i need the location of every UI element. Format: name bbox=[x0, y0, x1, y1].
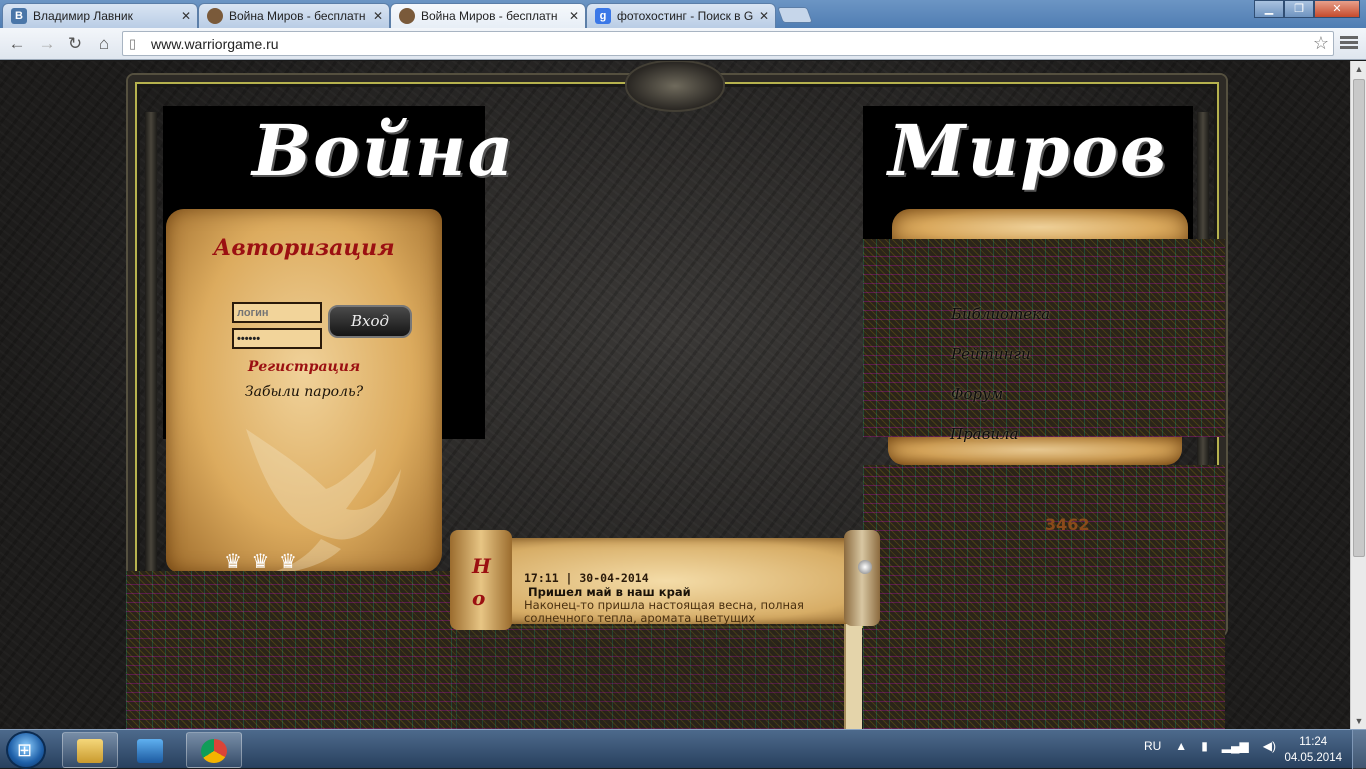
chrome-icon bbox=[201, 739, 227, 763]
scroll-thumb[interactable] bbox=[1353, 79, 1365, 557]
forgot-password-link[interactable]: Забыли пароль? bbox=[166, 384, 442, 400]
news-side-letter: Н bbox=[472, 554, 491, 578]
dragon-emblem-icon bbox=[625, 61, 725, 112]
tab-game-2[interactable]: Война Миров - бесплатн ✕ bbox=[390, 3, 586, 28]
news-body: Наконец-то пришла настоящая весна, полна… bbox=[524, 599, 804, 625]
frame-pillar bbox=[145, 112, 157, 632]
stats-panel: 3462 bbox=[863, 465, 1225, 729]
page-scrollbar[interactable]: ▲ ▼ bbox=[1350, 61, 1366, 729]
url-text: www.warriorgame.ru bbox=[151, 36, 279, 52]
network-signal-icon[interactable]: ▂▄▆ bbox=[1222, 739, 1249, 753]
scroll-knob-icon[interactable] bbox=[858, 560, 872, 574]
close-tab-icon[interactable]: ✕ bbox=[569, 4, 579, 28]
reload-icon[interactable]: ↻ bbox=[64, 33, 86, 55]
login-input[interactable] bbox=[232, 302, 322, 323]
vk-icon: B bbox=[11, 8, 27, 24]
scroll-roll-left: Н о bbox=[450, 530, 512, 630]
login-button[interactable]: Вход bbox=[328, 305, 412, 338]
menu-parchment-bottom: Правила bbox=[888, 425, 1182, 465]
folder-icon bbox=[77, 739, 103, 763]
page-icon: ▯ bbox=[129, 36, 137, 51]
page-viewport: Война Миров Авторизация Вход Регистрация… bbox=[0, 61, 1350, 729]
maximize-button[interactable]: ❐ bbox=[1284, 0, 1314, 18]
show-desktop-button[interactable] bbox=[1352, 730, 1366, 769]
game-icon bbox=[207, 8, 223, 24]
tab-title: Война Миров - бесплатн bbox=[421, 9, 558, 23]
news-date: 17:11 | 30-04-2014 bbox=[524, 571, 649, 585]
google-icon: g bbox=[595, 8, 611, 24]
news-scroll: Н о 17:11 | 30-04-2014 Пришел май в наш … bbox=[450, 530, 880, 630]
menu-item-forum[interactable]: Форум bbox=[951, 385, 1003, 403]
tab-title: фотохостинг - Поиск в G bbox=[617, 9, 754, 23]
system-tray: RU ▲ ▮ ▂▄▆ ◀) bbox=[1144, 739, 1276, 753]
browser-menu-icon[interactable] bbox=[1340, 34, 1358, 54]
tab-game-1[interactable]: Война Миров - бесплатн ✕ bbox=[198, 3, 390, 28]
news-scrollbar[interactable] bbox=[844, 624, 862, 729]
online-counter: 3462 bbox=[1045, 515, 1090, 534]
tray-expand-arrow-icon[interactable]: ▲ bbox=[1175, 739, 1187, 753]
lower-left-panel bbox=[126, 571, 456, 729]
auth-panel: Авторизация Вход Регистрация Забыли паро… bbox=[166, 209, 442, 574]
news-list-area bbox=[456, 624, 844, 729]
site-title-right: Миров bbox=[888, 109, 1168, 192]
tab-google[interactable]: g фотохостинг - Поиск в G ✕ bbox=[586, 3, 776, 28]
close-tab-icon[interactable]: ✕ bbox=[759, 4, 769, 28]
close-window-button[interactable]: ✕ bbox=[1314, 0, 1360, 18]
minimize-button[interactable]: ▁ bbox=[1254, 0, 1284, 18]
bookmark-star-icon[interactable]: ☆ bbox=[1313, 33, 1329, 54]
register-link[interactable]: Регистрация bbox=[166, 359, 442, 375]
tab-vk[interactable]: B Владимир Лавник ✕ bbox=[2, 3, 198, 28]
home-icon[interactable]: ⌂ bbox=[93, 33, 115, 55]
taskbar-clock[interactable]: 11:24 04.05.2014 bbox=[1284, 734, 1342, 766]
menu-panel: Библиотека Рейтинги Форум bbox=[863, 239, 1225, 437]
scroll-roll-right bbox=[844, 530, 880, 626]
forward-arrow-icon[interactable]: → bbox=[36, 33, 58, 55]
auth-title: Авторизация bbox=[213, 235, 395, 261]
taskbar-chrome[interactable] bbox=[186, 732, 242, 768]
clock-date: 04.05.2014 bbox=[1284, 752, 1342, 764]
browser-toolbar: ← → ↻ ⌂ ▯ www.warriorgame.ru ☆ bbox=[0, 28, 1366, 60]
close-tab-icon[interactable]: ✕ bbox=[373, 4, 383, 28]
menu-item-rules[interactable]: Правила bbox=[950, 425, 1019, 443]
site-title-left: Война bbox=[252, 109, 516, 192]
password-input[interactable] bbox=[232, 328, 322, 349]
scroll-down-arrow-icon[interactable]: ▼ bbox=[1351, 713, 1366, 729]
window-controls: ▁ ❐ ✕ bbox=[1254, 0, 1360, 18]
start-button[interactable]: ⊞ bbox=[6, 731, 46, 769]
volume-icon[interactable]: ◀) bbox=[1263, 739, 1276, 753]
taskbar-media-player[interactable] bbox=[122, 732, 178, 768]
address-bar[interactable]: ▯ www.warriorgame.ru ☆ bbox=[122, 31, 1334, 56]
media-player-icon bbox=[137, 739, 163, 763]
taskbar-explorer[interactable] bbox=[62, 732, 118, 768]
game-icon bbox=[399, 8, 415, 24]
tab-title: Владимир Лавник bbox=[33, 9, 133, 23]
scroll-up-arrow-icon[interactable]: ▲ bbox=[1351, 61, 1366, 77]
news-headline[interactable]: Пришел май в наш край bbox=[528, 585, 691, 599]
taskbar: ⊞ RU ▲ ▮ ▂▄▆ ◀) 11:24 04.05.2014 bbox=[0, 729, 1366, 769]
battery-icon[interactable]: ▮ bbox=[1201, 739, 1208, 753]
tab-title: Война Миров - бесплатн bbox=[229, 9, 366, 23]
news-side-letter: о bbox=[472, 586, 486, 610]
clock-time: 11:24 bbox=[1299, 736, 1328, 748]
close-tab-icon[interactable]: ✕ bbox=[181, 4, 191, 28]
language-indicator[interactable]: RU bbox=[1144, 739, 1161, 753]
tab-strip: B Владимир Лавник ✕ Война Миров - беспла… bbox=[0, 0, 1366, 28]
new-tab-button[interactable] bbox=[777, 7, 813, 23]
menu-item-ratings[interactable]: Рейтинги bbox=[951, 345, 1031, 363]
back-arrow-icon[interactable]: ← bbox=[6, 33, 28, 55]
menu-item-library[interactable]: Библиотека bbox=[951, 305, 1050, 323]
windows-logo-icon: ⊞ bbox=[17, 740, 33, 760]
